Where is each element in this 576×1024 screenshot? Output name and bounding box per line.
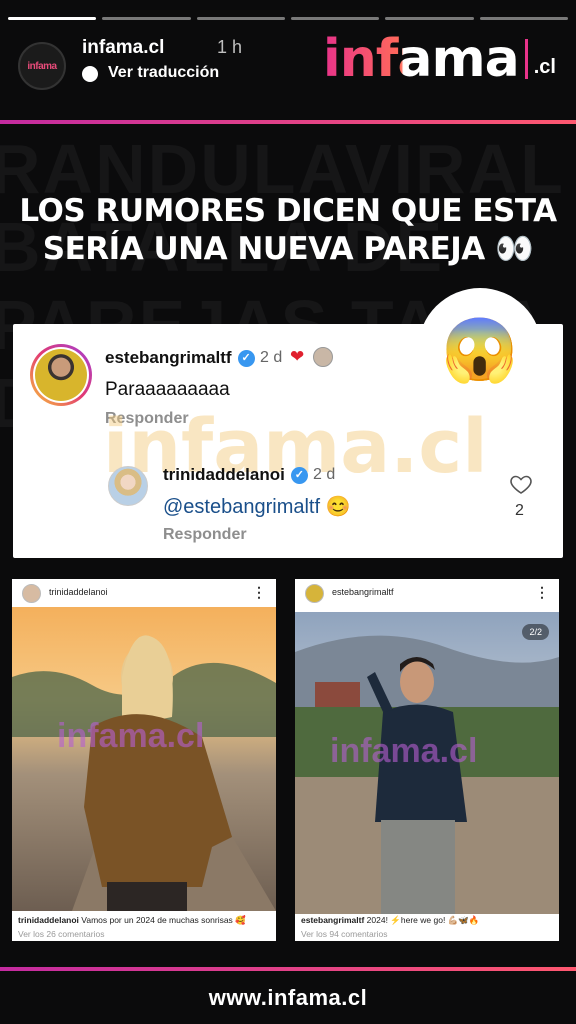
avatar-photo — [35, 349, 87, 401]
verified-icon: ✓ — [290, 467, 308, 485]
more-options-icon[interactable]: ⋮ — [252, 584, 266, 601]
progress-segment — [102, 17, 191, 20]
progress-segment — [385, 17, 474, 20]
post-username[interactable]: estebangrimaltf — [332, 587, 394, 597]
logo-divider — [524, 39, 528, 79]
top-divider — [0, 120, 576, 124]
like-count: 2 — [515, 502, 524, 519]
shocked-emoji-sticker: 😱 — [418, 288, 542, 412]
post-avatar[interactable] — [305, 584, 324, 603]
instagram-post-right[interactable]: estebangrimaltf ⋮ 2/2 infama.cl estebang… — [295, 579, 559, 941]
account-avatar[interactable]: infama — [18, 42, 66, 90]
post-header: estebangrimaltf ⋮ — [295, 579, 559, 607]
headline-line-2: SERÍA UNA NUEVA PAREJA 👀 — [42, 231, 534, 267]
see-translation-link[interactable]: Ver traducción — [108, 64, 219, 82]
reply-button[interactable]: Responder — [105, 410, 189, 428]
headline-line-1: LOS RUMORES DICEN QUE ESTA — [19, 193, 557, 229]
instagram-post-left[interactable]: trinidaddelanoi ⋮ infama.cl trinidaddela… — [12, 579, 276, 941]
headline: LOS RUMORES DICEN QUE ESTA SERÍA UNA NUE… — [0, 192, 576, 268]
post-username[interactable]: trinidaddelanoi — [49, 587, 108, 597]
liked-heart-icon: ❤ — [290, 347, 305, 366]
infama-logo: infama .cl — [322, 29, 556, 89]
view-comments-link[interactable]: Ver los 26 comentarios — [18, 929, 104, 939]
post-caption: estebangrimaltf 2024! ⚡here we go! 💪🏼🦋🔥 — [301, 915, 480, 925]
bottom-divider — [0, 967, 576, 971]
post-photo[interactable]: 2/2 infama.cl — [295, 612, 559, 914]
post-header: trinidaddelanoi ⋮ — [12, 579, 276, 607]
post-photo[interactable]: infama.cl — [12, 607, 276, 911]
reply-avatar[interactable] — [108, 466, 148, 506]
post-caption: trinidaddelanoi Vamos por un 2024 de muc… — [18, 915, 246, 925]
story-header: infama infama.cl 1 h Ver traducción infa… — [18, 29, 556, 90]
progress-segment — [290, 17, 380, 20]
like-heart-icon[interactable] — [509, 472, 533, 496]
story-time: 1 h — [217, 37, 243, 57]
progress-segment — [8, 17, 97, 20]
verified-icon: ✓ — [237, 350, 255, 368]
reply-button[interactable]: Responder — [163, 526, 247, 544]
view-comments-link[interactable]: Ver los 94 comentarios — [301, 929, 387, 939]
comment-username[interactable]: estebangrimaltf ✓ — [105, 348, 255, 368]
more-options-icon[interactable]: ⋮ — [535, 584, 549, 601]
logo-word: infama — [322, 29, 520, 89]
reply-username[interactable]: trinidaddelanoi ✓ — [163, 465, 308, 485]
account-name[interactable]: infama.cl — [82, 37, 164, 59]
comment-time: 2 d — [260, 349, 283, 366]
post-avatar[interactable] — [22, 584, 41, 603]
footer-url[interactable]: www.infama.cl — [0, 985, 576, 1011]
comment-text: Paraaaaaaaaa — [105, 379, 230, 400]
liker-avatar — [313, 347, 333, 367]
carousel-counter: 2/2 — [522, 624, 549, 640]
story-progress-bar — [8, 17, 568, 20]
progress-segment — [196, 17, 285, 20]
commenter-avatar[interactable] — [30, 344, 92, 406]
reply-time: 2 d — [313, 466, 336, 483]
progress-segment — [479, 17, 568, 20]
translate-icon[interactable] — [82, 66, 98, 82]
reply-text: @estebangrimaltf 😊 — [163, 496, 351, 518]
avatar-logo: infama — [27, 60, 57, 72]
logo-tld: .cl — [533, 55, 556, 78]
